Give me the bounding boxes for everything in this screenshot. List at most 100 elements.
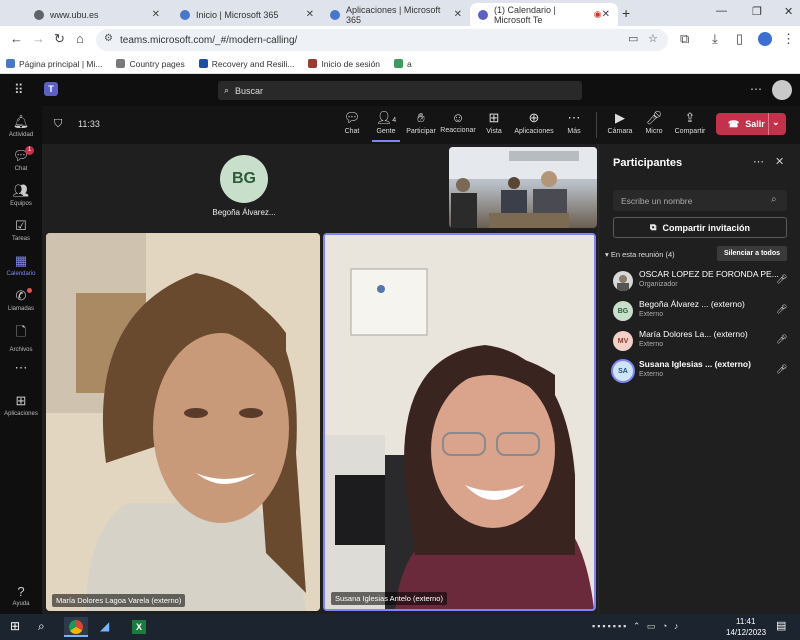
system-tray-icons[interactable]: ▪▪▪▪▪▪▪ ⌃ ▭ ◔ ♪: [592, 621, 680, 632]
browser-tab[interactable]: Aplicaciones | Microsoft 365 ✕: [322, 3, 470, 26]
mic-icon: 🎤︎: [776, 304, 788, 314]
close-icon[interactable]: ✕: [602, 9, 610, 20]
help-icon: ?: [17, 584, 25, 599]
participant-search-input[interactable]: Escribe un nombre ⌕: [613, 190, 787, 211]
app-launcher-icon[interactable]: ⠿: [14, 82, 24, 98]
recording-icon: ◉: [593, 9, 602, 19]
teams-left-rail: 🔔︎ Actividad 💬︎ Chat 1 👥︎ Equipos ☑ Tareas ▦…: [0, 106, 42, 614]
rail-calls[interactable]: ✆ Llamadas: [0, 288, 42, 312]
toolbar-view-button[interactable]: ⊞ Vista: [482, 110, 506, 135]
globe-icon: [34, 9, 44, 20]
excel-icon[interactable]: X: [132, 620, 146, 634]
participant-row[interactable]: SA Susana Iglesias ... (externo) Externo…: [613, 358, 793, 388]
participant-row[interactable]: BG Begoña Álvarez ... (externo) Externo …: [613, 298, 793, 328]
room-video-tile[interactable]: [449, 147, 597, 228]
home-icon[interactable]: ⌂: [76, 31, 84, 46]
bookmark-item[interactable]: Inicio de sesión: [308, 59, 380, 69]
reload-icon[interactable]: ↻: [54, 31, 65, 47]
close-icon[interactable]: ✕: [306, 9, 314, 20]
notification-icon[interactable]: ▤: [776, 619, 786, 632]
rail-help[interactable]: ? Ayuda: [0, 584, 42, 607]
bookmark-item[interactable]: Recovery and Resili...: [198, 59, 294, 69]
more-icon[interactable]: ⋯: [750, 82, 762, 96]
rail-activity[interactable]: 🔔︎ Actividad: [0, 114, 42, 138]
close-icon[interactable]: ✕: [775, 155, 784, 168]
section-header[interactable]: ▾ En esta reunión (4): [605, 250, 675, 259]
rail-apps[interactable]: ⊞ Aplicaciones: [0, 393, 42, 417]
rail-calendar[interactable]: ▦ Calendario: [0, 253, 42, 277]
minimize-icon[interactable]: —: [716, 5, 727, 17]
more-icon[interactable]: ⋯: [753, 155, 764, 168]
m365-icon: [330, 9, 340, 20]
rail-files[interactable]: 🗋 Archivos: [0, 323, 42, 353]
bell-icon: 🔔︎: [12, 114, 30, 129]
side-panel-icon[interactable]: ▯: [736, 31, 743, 47]
toolbar-mic-button[interactable]: 🎤︎ Micro: [642, 110, 666, 135]
toolbar-chat-button[interactable]: 💬︎ Chat: [342, 110, 362, 135]
rail-teams[interactable]: 👥︎ Equipos: [0, 183, 42, 207]
shield-icon[interactable]: ⛉: [54, 118, 62, 131]
download-icon[interactable]: ⤓: [712, 31, 718, 47]
extensions-icon[interactable]: ⧉: [680, 31, 689, 47]
video-tile-label: María Dolores Lagoa Varela (externo): [52, 594, 186, 607]
leave-button[interactable]: ☎ Salir ⌄: [716, 113, 786, 135]
menu-dots-icon[interactable]: ⋮: [782, 31, 795, 47]
bookmark-star-icon[interactable]: ☆: [648, 32, 658, 45]
hang-up-icon: ☎: [728, 118, 740, 129]
search-input[interactable]: ⌕ Buscar: [218, 81, 582, 100]
bookmark-item[interactable]: Página principal | Mi...: [6, 59, 102, 69]
video-tile-active-speaker[interactable]: Susana Iglesias Antelo (externo): [323, 233, 596, 611]
browser-tab[interactable]: Inicio | Microsoft 365 ✕: [172, 3, 322, 26]
participant-row[interactable]: MV María Dolores La... (externo) Externo…: [613, 328, 793, 358]
site-info-icon[interactable]: ⚙: [104, 33, 113, 44]
tab-title: (1) Calendario | Microsoft Te: [494, 4, 556, 25]
video-tile[interactable]: María Dolores Lagoa Varela (externo): [46, 233, 320, 611]
people-icon: 👤︎4: [375, 110, 397, 125]
toolbar-more-button[interactable]: ⋯ Más: [564, 110, 584, 135]
toolbar-react-button[interactable]: ☺ Reaccionar: [440, 110, 476, 134]
toolbar-camera-button[interactable]: ▶︎ Cámara: [606, 110, 634, 135]
bookmark-item[interactable]: a: [394, 59, 412, 69]
back-icon[interactable]: ←: [10, 31, 23, 46]
more-icon: ⋯: [14, 360, 28, 375]
share-invite-button[interactable]: ⧉ Compartir invitación: [613, 217, 787, 238]
toolbar-apps-button[interactable]: ⊕ Aplicaciones: [512, 110, 556, 135]
user-avatar[interactable]: [772, 80, 792, 100]
search-placeholder: Buscar: [235, 85, 264, 96]
windows-start-icon[interactable]: ⊞: [10, 619, 20, 633]
new-tab-icon[interactable]: +: [622, 5, 630, 21]
bookmark-item[interactable]: Country pages: [116, 59, 185, 69]
restore-icon[interactable]: ❐: [752, 5, 762, 18]
participant-row[interactable]: OSCAR LOPEZ DE FORONDA PE... Organizador…: [613, 268, 793, 298]
profile-avatar[interactable]: [758, 32, 772, 46]
view-icon: ⊞: [488, 110, 500, 125]
browser-tab[interactable]: www.ubu.es ✕: [26, 3, 168, 26]
address-bar[interactable]: ⚙ teams.microsoft.com/_#/modern-calling/…: [96, 29, 668, 51]
m365-icon: [180, 9, 190, 20]
rail-tasks[interactable]: ☑ Tareas: [0, 218, 42, 242]
rail-more[interactable]: ⋯: [0, 360, 42, 378]
mute-all-button[interactable]: Silenciar a todos: [717, 246, 787, 261]
chevron-down-icon[interactable]: ⌄: [772, 117, 780, 128]
search-icon[interactable]: ⌕: [38, 619, 45, 634]
close-icon[interactable]: ✕: [152, 9, 160, 20]
toolbar-people-button[interactable]: 👤︎4 Gente: [372, 110, 400, 142]
browser-tab-active[interactable]: (1) Calendario | Microsoft Te ◉ ✕: [470, 3, 618, 26]
participant-video-image: [325, 235, 594, 609]
clock-date: 14/12/2023: [726, 628, 767, 637]
close-icon[interactable]: ✕: [454, 9, 462, 20]
forward-icon[interactable]: →: [32, 31, 45, 46]
share-icon: ⇪: [684, 110, 696, 125]
divider: [768, 113, 769, 135]
search-icon: ⌕: [224, 85, 230, 95]
toolbar-share-button[interactable]: ⇪ Compartir: [672, 110, 708, 135]
eu-flag-icon: [198, 59, 208, 68]
address-row: ← → ↻ ⌂ ⚙ teams.microsoft.com/_#/modern-…: [0, 26, 800, 54]
toolbar-raise-hand-button[interactable]: ✋︎ Participar: [406, 110, 436, 135]
window-close-icon[interactable]: ✕: [784, 5, 793, 18]
app-icon[interactable]: ◢: [100, 619, 109, 633]
app-icon: [394, 59, 404, 68]
apps-icon: ⊞: [15, 393, 27, 408]
camera-in-use-icon[interactable]: ▭: [628, 32, 638, 45]
rail-chat[interactable]: 💬︎ Chat 1: [0, 146, 42, 172]
